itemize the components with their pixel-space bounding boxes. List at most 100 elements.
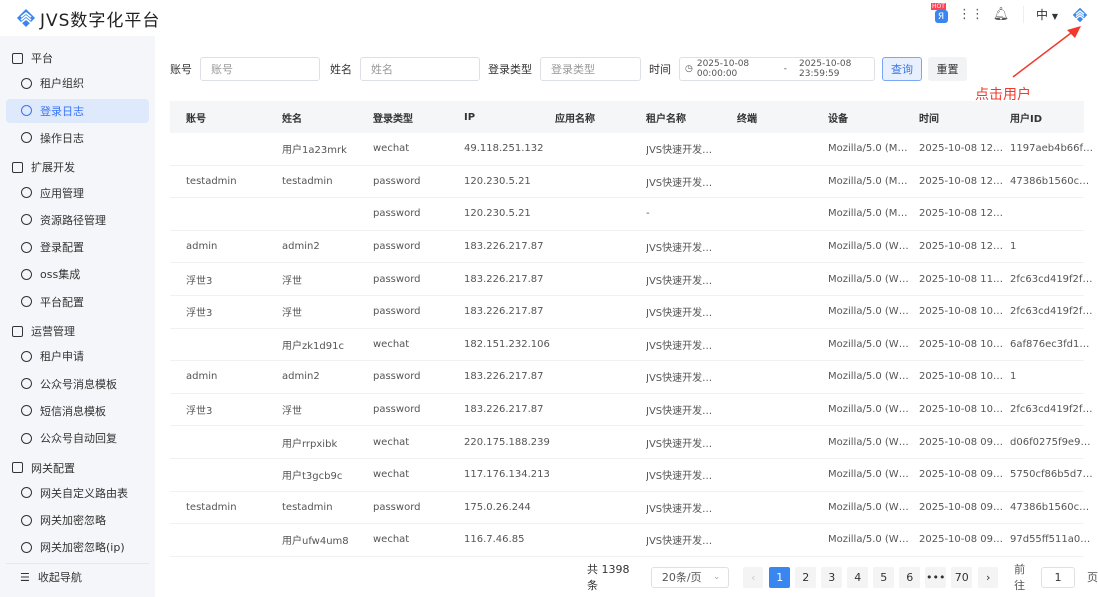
table-row[interactable]: 浮世3 浮世 password 183.226.217.87 JVS快速开发… Mozil… [170,296,1092,329]
table-row[interactable]: testadmin testadmin password 120.230.5.21 JV… [170,166,1089,199]
column-header[interactable]: 应用名称 [555,110,646,125]
sidebar-group[interactable]: 平台 [12,50,53,66]
table-row[interactable]: 用户zk1d91c wechat 182.151.232.106 JVS快速开发… Mo… [170,329,1089,362]
column-header[interactable]: IP [464,112,555,123]
table-cell: 用户rrpxibk [282,438,338,450]
sidebar-item[interactable]: 公众号消息模板 [6,372,149,396]
sidebar-item[interactable]: 操作日志 [6,126,149,150]
page-button[interactable]: 3 [821,566,843,588]
table-row[interactable]: 用户1a23mrk wechat 49.118.251.132 JVS快速开发… Moz… [170,133,1093,166]
table-cell: 2025-10-08 11… [919,273,1004,285]
table-cell: password [373,273,421,285]
table-row[interactable]: 用户rrpxibk wechat 220.175.188.239 JVS快速开发… Mo… [170,426,1090,459]
login-log-table: 账号 姓名 登录类型 IP 应用名称 租户名称 终端 设备 时间 用户ID 用户1a23mrk we… [170,101,1093,557]
sidebar-item[interactable]: 应用管理 [6,181,149,205]
collapse-nav-button[interactable]: ☰ 收起导航 [20,569,82,585]
account-input[interactable]: 账号 [200,57,320,81]
table-cell: 1197aeb4b66f… [1010,143,1094,155]
sidebar-item-label: 平台配置 [40,295,84,309]
table-row[interactable]: 用户t3gcb9c wechat 117.176.134.213 JVS快速开发… Mo… [170,459,1093,492]
logo[interactable]: JVS数字化平台 [16,6,160,31]
table-header: 账号 姓名 登录类型 IP 应用名称 租户名称 终端 设备 时间 用户ID [170,101,1084,133]
sidebar-item-label: 公众号消息模板 [40,377,117,391]
table-row[interactable]: admin admin2 password 183.226.217.87 JVS快速开发… [170,361,1084,394]
sidebar-item[interactable]: oss集成 [6,262,149,286]
table-cell: wechat [373,436,410,448]
time-separator: - [783,64,788,74]
page-button[interactable]: 1 [769,566,791,588]
table-row[interactable]: password 120.230.5.21 - Mozilla/5.0 (M… 2025… [170,198,1084,231]
sidebar-item[interactable]: 网关自定义路由表 [6,481,149,505]
sidebar-item[interactable]: 租户组织 [6,71,149,95]
top-header: JVS数字化平台 Я HOT ⋮⋮ 🔔︎ 中 ▼ [0,0,1098,36]
table-cell: 1 [1010,241,1017,253]
table-row[interactable]: testadmin testadmin password 175.0.26.244 JV… [170,492,1089,525]
sidebar-item[interactable]: 网关加密忽略(ip) [6,535,149,559]
page-button[interactable]: 70 [951,566,973,588]
table-cell: wechat [373,534,410,546]
name-label: 姓名 [330,63,352,76]
query-button[interactable]: 查询 [882,57,922,81]
table-cell: password [373,175,421,187]
sidebar-item[interactable]: 资源路径管理 [6,208,149,232]
sidebar-item[interactable]: 平台配置 [6,290,149,314]
sidebar-group[interactable]: 扩展开发 [12,159,75,175]
jvs-logo-icon [17,9,35,27]
page-button[interactable]: ••• [925,566,947,588]
page-button[interactable]: 4 [847,566,869,588]
sidebar-item[interactable]: 短信消息模板 [6,399,149,423]
user-avatar-button[interactable] [1072,7,1088,23]
table-cell: password [373,404,421,416]
table-cell: wechat [373,469,410,481]
column-header[interactable]: 时间 [919,110,1010,125]
table-row[interactable]: 浮世3 浮世 password 183.226.217.87 JVS快速开发… Mozil… [170,394,1092,427]
goto-page-input[interactable]: 1 [1040,566,1076,588]
page-button[interactable]: 5 [873,566,895,588]
table-cell: 浮世3 [186,406,213,418]
column-header[interactable]: 登录类型 [373,110,464,125]
goto-label: 前往 [1014,563,1026,592]
column-header[interactable]: 用户ID [1010,110,1098,125]
table-cell: JVS快速开发… [646,373,713,385]
sidebar-group[interactable]: 网关配置 [12,460,75,476]
table-cell: JVS快速开发… [646,340,713,352]
next-page-button[interactable]: › [978,566,999,588]
hot-app-icon[interactable]: Я HOT [931,2,949,23]
page-button[interactable]: 6 [899,566,921,588]
sidebar-item-label: 资源路径管理 [40,213,106,227]
table-row[interactable]: 浮世3 浮世 password 183.226.217.87 JVS快速开发… Mozil… [170,263,1092,296]
reset-button[interactable]: 重置 [928,57,967,81]
table-row[interactable]: 用户ufw4um8 wechat 116.7.46.85 JVS快速开发… Mozill… [170,524,1090,557]
sidebar-group[interactable]: 运营管理 [12,323,75,339]
bell-icon[interactable]: 🔔︎ [993,7,1010,23]
sidebar-group-label: 网关配置 [31,461,75,475]
sidebar-item[interactable]: 登录日志 [6,98,149,123]
table-row[interactable]: admin admin2 password 183.226.217.87 JVS快速开发… [170,231,1084,264]
column-header[interactable]: 终端 [737,110,828,125]
login-type-label: 登录类型 [488,63,532,76]
table-cell: 116.7.46.85 [464,534,525,546]
sidebar-item[interactable]: 登录配置 [6,235,149,259]
prev-page-button[interactable]: ‹ [743,566,764,588]
page-size-select[interactable]: 20条/页 ⌄ [650,566,730,588]
group-icon [12,325,23,337]
language-switch[interactable]: 中 ▼ [1023,6,1058,23]
column-header[interactable]: 姓名 [282,110,373,125]
table-cell: JVS快速开发… [646,177,713,189]
time-range-picker[interactable]: ◷ 2025-10-08 00:00:00 - 2025-10-08 23:59… [679,57,875,81]
column-header[interactable]: 租户名称 [646,110,737,125]
collapse-nav-label: 收起导航 [37,571,82,584]
sidebar-item[interactable]: 公众号自动回复 [6,426,149,450]
login-type-input[interactable]: 登录类型 [540,57,641,81]
sidebar-item[interactable]: 租户申请 [6,344,149,368]
column-header[interactable]: 账号 [170,110,282,125]
apps-grid-icon[interactable]: ⋮⋮ [958,7,984,23]
page-button[interactable]: 2 [795,566,817,588]
table-cell: 2fc63cd419f2f… [1010,404,1093,416]
table-cell: JVS快速开发… [646,275,713,287]
column-header[interactable]: 设备 [828,110,919,125]
account-label: 账号 [170,63,192,76]
name-input[interactable]: 姓名 [360,57,480,81]
sidebar-item[interactable]: 网关加密忽略 [6,508,149,532]
table-cell: Mozilla/5.0 (W… [828,404,909,416]
